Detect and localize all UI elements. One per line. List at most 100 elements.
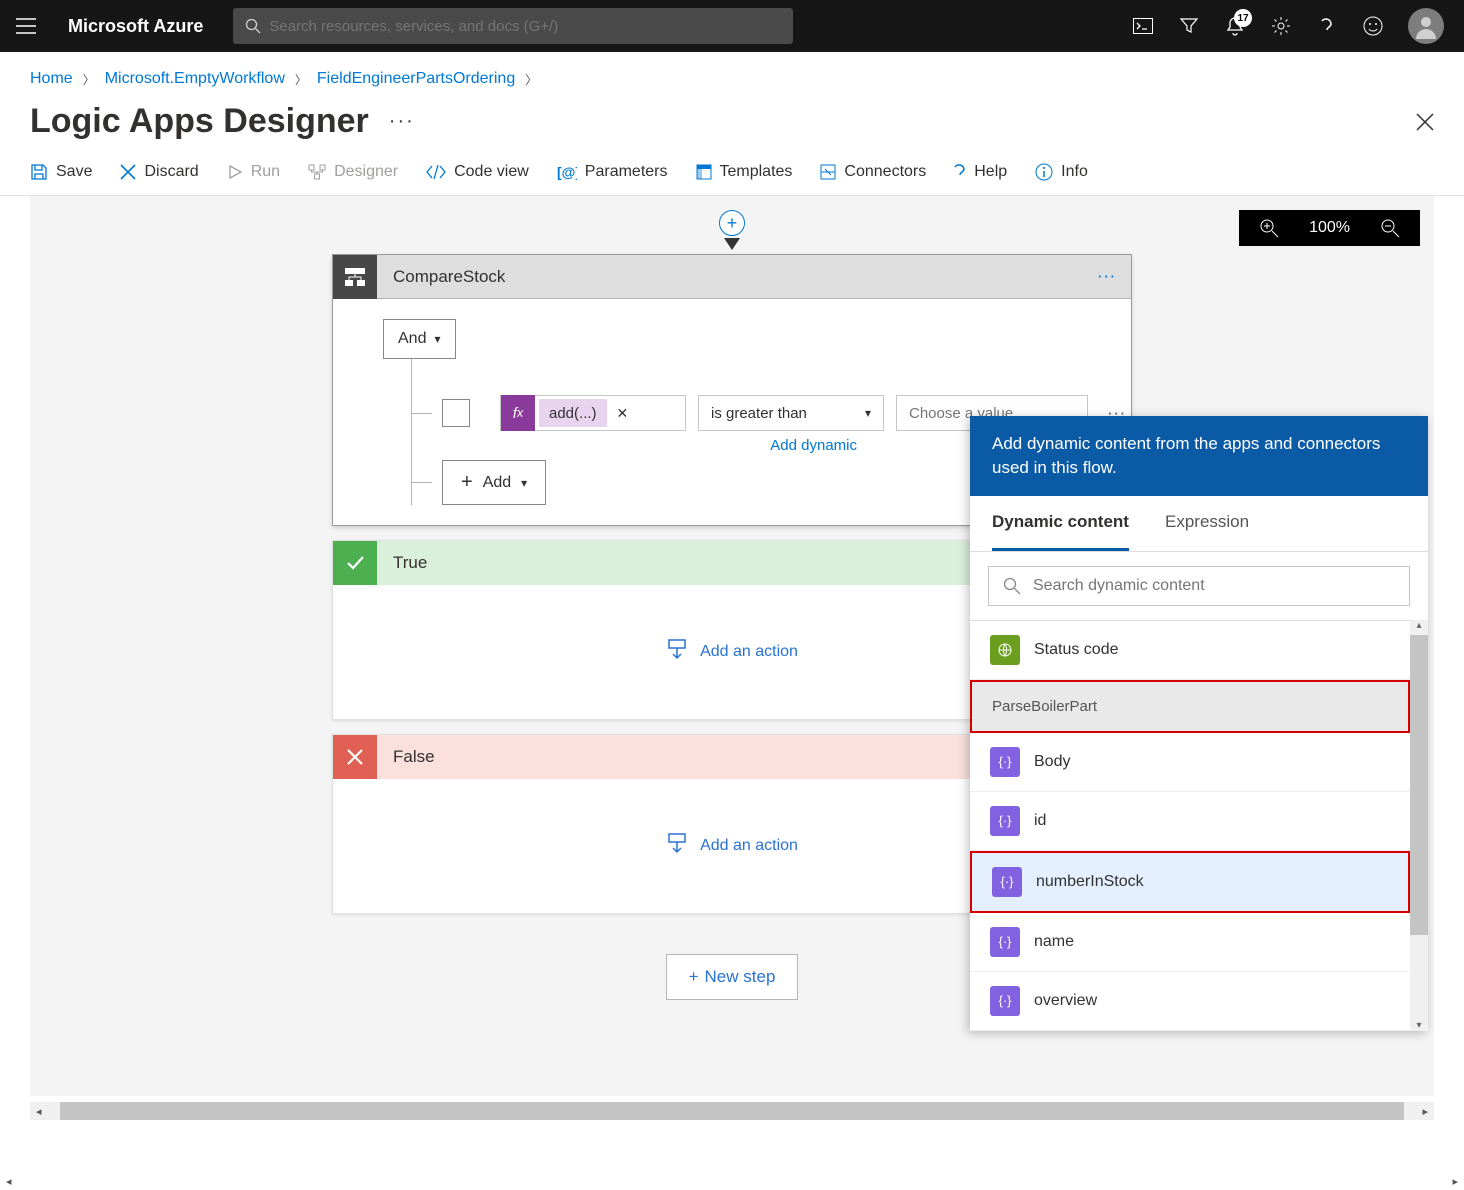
save-icon [30,163,48,181]
true-label: True [393,553,427,573]
hamburger-menu[interactable] [12,18,40,34]
json-icon: {·} [990,747,1020,777]
search-icon [245,18,261,34]
add-action-icon [666,639,688,665]
designer-label: Designer [334,163,398,181]
breadcrumb-workflow[interactable]: Microsoft.EmptyWorkflow [105,70,285,88]
play-icon [227,164,243,180]
condition-group-operator[interactable]: And ▾ [383,319,456,359]
tab-expression[interactable]: Expression [1165,496,1249,551]
parameters-label: Parameters [585,163,668,181]
help-icon[interactable] [1316,15,1338,37]
code-icon [426,165,446,179]
templates-button[interactable]: Templates [696,163,793,181]
dynamic-item-name[interactable]: {·} name [970,913,1410,972]
dynamic-search-input[interactable] [1033,577,1395,595]
dynamic-group-header: ParseBoilerPart [970,680,1410,733]
insert-step-button[interactable]: + [719,210,745,236]
run-label: Run [251,163,280,181]
help-label: Help [974,163,1007,181]
run-button: Run [227,163,280,181]
plus-icon: + [461,471,473,494]
condition-row-checkbox[interactable] [442,399,470,427]
discard-icon [120,164,136,180]
help-icon [954,163,966,181]
add-action-true[interactable]: Add an action [666,639,798,665]
zoom-in-icon[interactable] [1259,218,1279,238]
canvas-h-scrollbar[interactable]: ◂ ▸ [30,1102,1434,1120]
chevron-right-icon: 〉 [295,71,307,88]
dynamic-item-id[interactable]: {·} id [970,792,1410,851]
parameters-button[interactable]: [@] Parameters [557,163,668,181]
notifications-icon[interactable]: 17 [1224,15,1246,37]
zoom-out-icon[interactable] [1380,218,1400,238]
condition-more-icon[interactable]: ··· [1098,269,1117,284]
dynamic-item-status-code[interactable]: Status code [970,621,1410,680]
json-icon: {·} [990,806,1020,836]
info-button[interactable]: Info [1035,163,1088,181]
arrow-down-icon [724,238,740,250]
account-avatar[interactable] [1408,8,1444,44]
dynamic-item-numberinstock[interactable]: {·} numberInStock [970,851,1410,913]
notification-badge: 17 [1234,9,1252,27]
global-search-input[interactable] [269,18,781,35]
parameters-icon: [@] [557,164,577,180]
page-title: Logic Apps Designer [30,102,369,141]
designer-button: Designer [308,163,398,181]
remove-token-icon[interactable]: ✕ [611,405,635,422]
save-button[interactable]: Save [30,163,92,181]
dynamic-item-label: overview [1034,992,1097,1010]
new-step-button[interactable]: + New step [666,954,799,1000]
dynamic-search[interactable] [988,566,1410,606]
dynamic-item-label: numberInStock [1036,873,1144,891]
dynamic-item-label: id [1034,812,1046,830]
add-dynamic-content-link[interactable]: Add dynamic [770,437,857,454]
dynamic-item-overview[interactable]: {·} overview [970,972,1410,1031]
tab-dynamic-content[interactable]: Dynamic content [992,496,1129,551]
codeview-button[interactable]: Code view [426,163,529,181]
breadcrumb-home[interactable]: Home [30,70,73,88]
svg-text:[@]: [@] [557,164,577,180]
chevron-down-icon: ▾ [521,476,527,490]
designer-toolbar: Save Discard Run Designer Code view [@] … [0,163,1464,196]
page-more-icon[interactable]: ··· [389,110,415,133]
dynamic-item-label: name [1034,933,1074,951]
brand-label: Microsoft Azure [68,16,203,37]
dynamic-item-label: Body [1034,753,1070,771]
chevron-right-icon: 〉 [83,71,95,88]
dynamic-content-panel: Add dynamic content from the apps and co… [970,416,1428,1031]
info-label: Info [1061,163,1088,181]
fx-expression-label: add(...) [539,399,607,427]
designer-icon [308,164,326,180]
close-blade-icon[interactable] [1416,113,1434,131]
chevron-down-icon: ▾ [434,332,440,346]
breadcrumb-resource[interactable]: FieldEngineerPartsOrdering [317,70,515,88]
add-action-icon [666,833,688,859]
search-icon [1003,577,1021,595]
connectors-button[interactable]: Connectors [820,163,926,181]
dynamic-content-header: Add dynamic content from the apps and co… [970,416,1428,496]
discard-button[interactable]: Discard [120,163,198,181]
page-h-scrollbar[interactable]: ◂ ▸ [0,1172,1464,1190]
condition-title: CompareStock [393,267,505,287]
feedback-icon[interactable] [1362,15,1384,37]
add-row-label: Add [483,474,511,492]
breadcrumb: Home 〉 Microsoft.EmptyWorkflow 〉 FieldEn… [0,52,1464,98]
dynamic-item-body[interactable]: {·} Body [970,733,1410,792]
condition-operator-select[interactable]: is greater than ▾ [698,395,884,431]
help-button[interactable]: Help [954,163,1007,181]
add-action-false[interactable]: Add an action [666,833,798,859]
cloud-shell-icon[interactable] [1132,15,1154,37]
settings-icon[interactable] [1270,15,1292,37]
add-action-label: Add an action [700,643,798,661]
json-icon: {·} [990,986,1020,1016]
add-condition-row-button[interactable]: + Add ▾ [442,460,546,505]
condition-left-operand[interactable]: fx add(...) ✕ [500,395,686,431]
discard-label: Discard [144,163,198,181]
condition-card-header[interactable]: CompareStock ··· [333,255,1131,299]
panel-scrollbar[interactable]: ▴ ▾ [1410,620,1428,1031]
filter-icon[interactable] [1178,15,1200,37]
codeview-label: Code view [454,163,529,181]
global-search[interactable] [233,8,793,44]
dynamic-group-label: ParseBoilerPart [992,698,1097,715]
